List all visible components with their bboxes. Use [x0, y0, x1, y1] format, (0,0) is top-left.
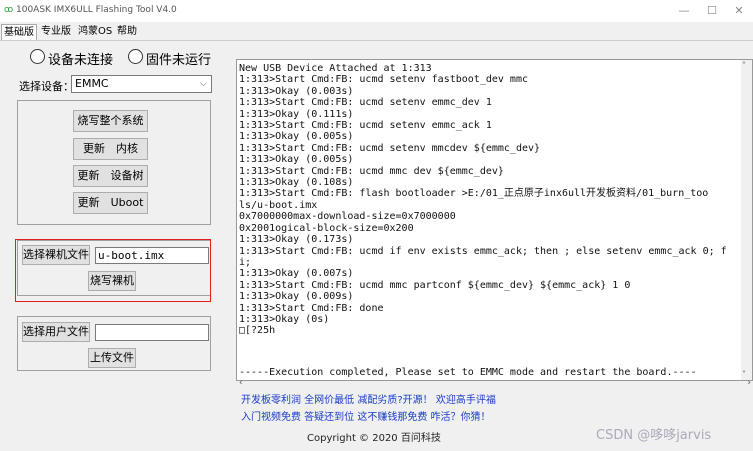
close-icon[interactable]: ✕ — [727, 2, 751, 20]
log-line: 1:313>Okay (0s) — [239, 313, 330, 325]
firmware-status-radio — [128, 49, 143, 64]
burn-all-button[interactable]: 烧写整个系统 — [73, 110, 148, 132]
log-line: 1:313>Okay (0.009s) — [239, 291, 354, 303]
log-line: □[?25h — [239, 325, 276, 337]
log-line: New USB Device Attached at 1:313 — [239, 63, 432, 74]
log-line: 0x2001ogical-block-size=0x200 — [239, 222, 414, 234]
log-scrollbar[interactable]: ˄ ˅ — [741, 60, 752, 380]
log-output[interactable]: New USB Device Attached at 1:313 1:313>St… — [236, 59, 753, 381]
log-status-line: -----Execution completed, Please set to … — [239, 367, 697, 378]
select-user-file-button[interactable]: 选择用户文件 — [22, 322, 90, 342]
log-line: 1:313>Okay (0.005s) — [239, 154, 354, 166]
log-line: i; — [239, 256, 252, 268]
scroll-up-icon[interactable]: ˄ — [742, 61, 746, 70]
device-select-value: EMMC — [75, 77, 109, 90]
log-line: 1:313>Okay (0.173s) — [239, 234, 354, 246]
tab-harmonyos[interactable]: 鸿蒙OS — [76, 24, 114, 40]
maximize-icon[interactable]: ☐ — [700, 2, 724, 20]
scroll-left-icon[interactable]: ‹ — [239, 378, 243, 388]
log-line: 1:313>Start Cmd:FB: ucmd mmc dev ${emmc_… — [239, 165, 504, 177]
log-line: 0x7000000max-download-size=0x7000000 — [239, 211, 456, 223]
minimize-icon[interactable]: — — [672, 2, 696, 20]
tab-divider — [0, 40, 753, 41]
firmware-status-label: 固件未运行 — [146, 53, 212, 68]
log-lines: New USB Device Attached at 1:313 1:313>St… — [237, 60, 752, 337]
log-line: 1:313>Okay (0.007s) — [239, 268, 354, 280]
user-file-input[interactable] — [95, 324, 209, 341]
device-select-label: 选择设备： — [19, 80, 74, 93]
log-line: 1:313>Start Cmd:FB: ucmd setenv mmcdev $… — [239, 142, 541, 154]
log-line: 1:313>Start Cmd:FB: done — [239, 302, 384, 314]
tab-basic[interactable]: 基础版 — [1, 24, 37, 40]
log-line: 1:313>Start Cmd:FB: ucmd setenv fastboot… — [239, 74, 528, 86]
window-title: 100ASK IMX6ULL Flashing Tool V4.0 — [16, 5, 177, 15]
tab-pro[interactable]: 专业版 — [39, 24, 73, 40]
watermark-text: CSDN @哆哆jarvis — [596, 428, 712, 443]
chevron-down-icon: ⌵ — [200, 79, 207, 89]
log-line: 1:313>Start Cmd:FB: flash bootloader >E:… — [239, 188, 709, 200]
log-line: 1:313>Okay (0.108s) — [239, 177, 354, 189]
log-line: 1:313>Okay (0.111s) — [239, 108, 354, 120]
update-dtb-button[interactable]: 更新 设备树 — [73, 165, 148, 187]
update-kernel-button[interactable]: 更新 内核 — [73, 138, 148, 160]
promo-link-1[interactable]: 开发板零利润 全网价最低 减配劣质?开源！ 欢迎高手评福 — [241, 391, 496, 406]
log-line: 1:313>Start Cmd:FB: ucmd mmc partconf ${… — [239, 279, 631, 291]
scroll-right-icon[interactable]: › — [747, 378, 751, 388]
device-select[interactable]: EMMC ⌵ — [71, 75, 212, 93]
log-line: 1:313>Okay (0.003s) — [239, 85, 354, 97]
update-uboot-button[interactable]: 更新 Uboot — [73, 192, 148, 214]
highlight-box — [15, 239, 211, 302]
scroll-down-icon[interactable]: ˅ — [742, 370, 746, 379]
log-line: 1:313>Start Cmd:FB: ucmd setenv emmc_dev… — [239, 97, 492, 109]
device-status-label: 设备未连接 — [48, 53, 114, 68]
promo-link-2[interactable]: 入门视频免费 答疑还到位 这不赚钱那免费 咋活？你猜！ — [241, 408, 491, 423]
upload-file-button[interactable]: 上传文件 — [88, 348, 136, 368]
copyright-text: Copyright © 2020 百问科技 — [307, 433, 441, 444]
device-status-radio — [30, 49, 45, 64]
log-line: 1:313>Okay (0.005s) — [239, 131, 354, 143]
log-line: ls/u-boot.imx — [239, 199, 318, 211]
log-line: 1:313>Start Cmd:FB: ucmd if env exists e… — [239, 245, 727, 257]
log-line: 1:313>Start Cmd:FB: ucmd setenv emmc_ack… — [239, 120, 492, 132]
tab-help[interactable]: 帮助 — [115, 24, 139, 40]
app-logo-icon: ꝏ — [4, 5, 14, 15]
log-hscrollbar[interactable]: ‹ › — [237, 378, 753, 391]
